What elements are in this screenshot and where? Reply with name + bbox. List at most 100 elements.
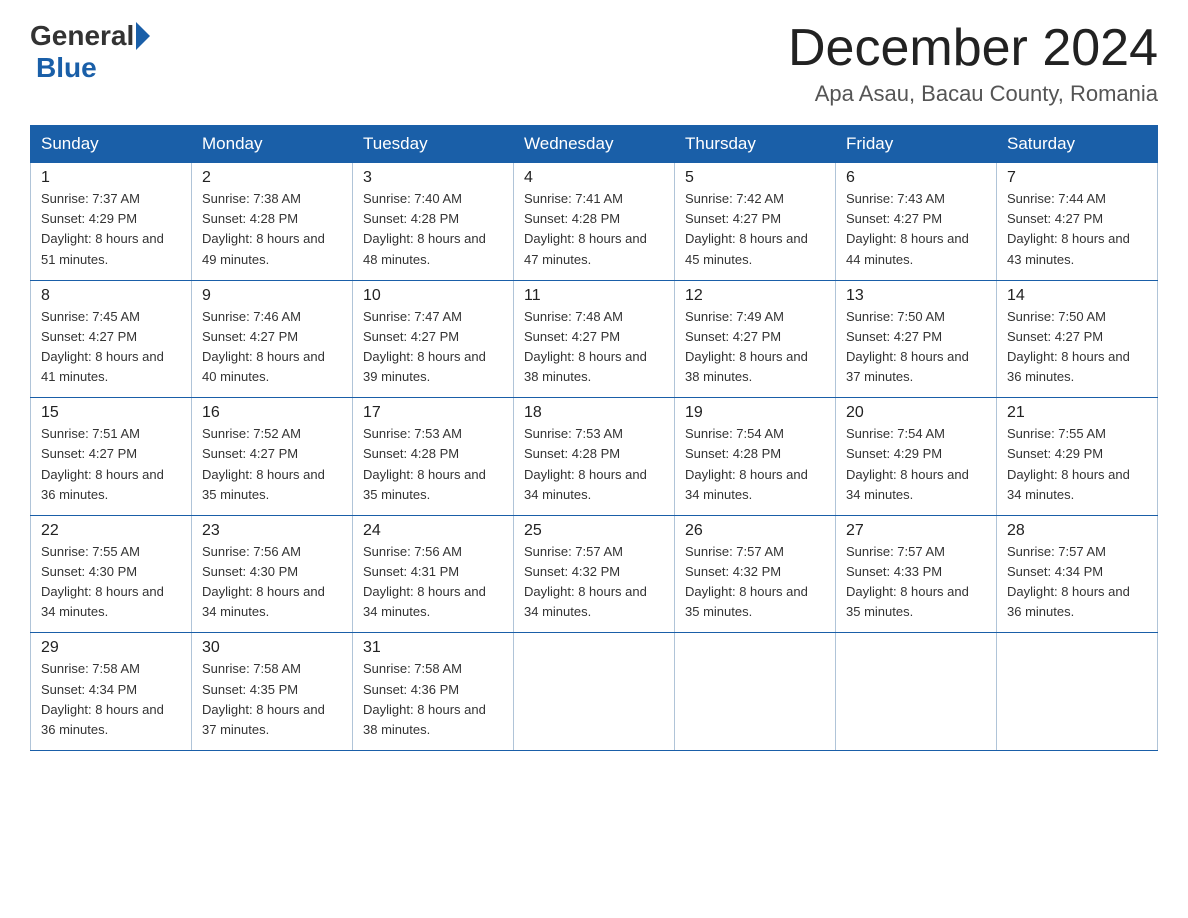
day-number: 10 — [363, 287, 503, 305]
calendar-week-1: 1 Sunrise: 7:37 AMSunset: 4:29 PMDaylight… — [31, 163, 1158, 281]
calendar-cell: 7Sunrise: 7:44 AMSunset: 4:27 PMDaylight… — [997, 163, 1158, 281]
calendar-cell: 15 Sunrise: 7:51 AMSunset: 4:27 PMDayligh… — [31, 398, 192, 516]
calendar-cell: 25Sunrise: 7:57 AMSunset: 4:32 PMDayligh… — [514, 515, 675, 633]
day-info: Sunrise: 7:57 AMSunset: 4:32 PMDaylight:… — [524, 542, 664, 623]
logo-arrow-icon — [136, 22, 150, 50]
day-info: Sunrise: 7:53 AMSunset: 4:28 PMDaylight:… — [363, 424, 503, 505]
calendar-table: SundayMondayTuesdayWednesdayThursdayFrid… — [30, 125, 1158, 751]
calendar-cell: 18Sunrise: 7:53 AMSunset: 4:28 PMDayligh… — [514, 398, 675, 516]
day-info: Sunrise: 7:37 AMSunset: 4:29 PMDaylight:… — [41, 189, 181, 270]
calendar-cell: 17 Sunrise: 7:53 AMSunset: 4:28 PMDayligh… — [353, 398, 514, 516]
calendar-cell: 4 Sunrise: 7:41 AMSunset: 4:28 PMDaylight… — [514, 163, 675, 281]
day-info: Sunrise: 7:57 AMSunset: 4:34 PMDaylight:… — [1007, 542, 1147, 623]
day-info: Sunrise: 7:57 AMSunset: 4:32 PMDaylight:… — [685, 542, 825, 623]
weekday-header-monday: Monday — [192, 126, 353, 163]
calendar-cell: 11 Sunrise: 7:48 AMSunset: 4:27 PMDayligh… — [514, 280, 675, 398]
day-number: 19 — [685, 404, 825, 422]
logo: General Blue — [30, 20, 152, 84]
calendar-cell — [997, 633, 1158, 751]
calendar-week-4: 22 Sunrise: 7:55 AMSunset: 4:30 PMDayligh… — [31, 515, 1158, 633]
calendar-cell: 12 Sunrise: 7:49 AMSunset: 4:27 PMDayligh… — [675, 280, 836, 398]
calendar-cell: 29 Sunrise: 7:58 AMSunset: 4:34 PMDayligh… — [31, 633, 192, 751]
day-info: Sunrise: 7:54 AMSunset: 4:29 PMDaylight:… — [846, 424, 986, 505]
calendar-cell: 16 Sunrise: 7:52 AMSunset: 4:27 PMDayligh… — [192, 398, 353, 516]
day-number: 5 — [685, 169, 825, 187]
calendar-cell: 23Sunrise: 7:56 AMSunset: 4:30 PMDayligh… — [192, 515, 353, 633]
calendar-cell: 31Sunrise: 7:58 AMSunset: 4:36 PMDayligh… — [353, 633, 514, 751]
day-number: 7 — [1007, 169, 1147, 187]
day-number: 28 — [1007, 522, 1147, 540]
day-number: 14 — [1007, 287, 1147, 305]
day-info: Sunrise: 7:47 AMSunset: 4:27 PMDaylight:… — [363, 307, 503, 388]
day-number: 17 — [363, 404, 503, 422]
day-info: Sunrise: 7:55 AMSunset: 4:29 PMDaylight:… — [1007, 424, 1147, 505]
day-info: Sunrise: 7:55 AMSunset: 4:30 PMDaylight:… — [41, 542, 181, 623]
day-number: 15 — [41, 404, 181, 422]
day-number: 8 — [41, 287, 181, 305]
calendar-cell: 14 Sunrise: 7:50 AMSunset: 4:27 PMDayligh… — [997, 280, 1158, 398]
calendar-cell: 22 Sunrise: 7:55 AMSunset: 4:30 PMDayligh… — [31, 515, 192, 633]
calendar-cell: 21 Sunrise: 7:55 AMSunset: 4:29 PMDayligh… — [997, 398, 1158, 516]
weekday-header-friday: Friday — [836, 126, 997, 163]
day-number: 6 — [846, 169, 986, 187]
day-info: Sunrise: 7:45 AMSunset: 4:27 PMDaylight:… — [41, 307, 181, 388]
calendar-cell: 27Sunrise: 7:57 AMSunset: 4:33 PMDayligh… — [836, 515, 997, 633]
day-number: 24 — [363, 522, 503, 540]
day-info: Sunrise: 7:42 AMSunset: 4:27 PMDaylight:… — [685, 189, 825, 270]
page-header: General Blue December 2024 Apa Asau, Bac… — [30, 20, 1158, 107]
calendar-cell — [675, 633, 836, 751]
day-number: 9 — [202, 287, 342, 305]
day-number: 20 — [846, 404, 986, 422]
calendar-cell: 10 Sunrise: 7:47 AMSunset: 4:27 PMDayligh… — [353, 280, 514, 398]
weekday-header-saturday: Saturday — [997, 126, 1158, 163]
weekday-header-tuesday: Tuesday — [353, 126, 514, 163]
calendar-week-2: 8 Sunrise: 7:45 AMSunset: 4:27 PMDaylight… — [31, 280, 1158, 398]
day-info: Sunrise: 7:58 AMSunset: 4:35 PMDaylight:… — [202, 659, 342, 740]
logo-blue-text: Blue — [36, 52, 97, 84]
day-number: 13 — [846, 287, 986, 305]
day-info: Sunrise: 7:49 AMSunset: 4:27 PMDaylight:… — [685, 307, 825, 388]
day-number: 21 — [1007, 404, 1147, 422]
calendar-cell — [836, 633, 997, 751]
day-number: 1 — [41, 169, 181, 187]
day-number: 16 — [202, 404, 342, 422]
day-number: 30 — [202, 639, 342, 657]
calendar-cell: 24 Sunrise: 7:56 AMSunset: 4:31 PMDayligh… — [353, 515, 514, 633]
logo-general-text: General — [30, 20, 134, 52]
weekday-header-wednesday: Wednesday — [514, 126, 675, 163]
calendar-cell: 3Sunrise: 7:40 AMSunset: 4:28 PMDaylight… — [353, 163, 514, 281]
day-number: 12 — [685, 287, 825, 305]
day-info: Sunrise: 7:58 AMSunset: 4:34 PMDaylight:… — [41, 659, 181, 740]
day-info: Sunrise: 7:48 AMSunset: 4:27 PMDaylight:… — [524, 307, 664, 388]
calendar-week-3: 15 Sunrise: 7:51 AMSunset: 4:27 PMDayligh… — [31, 398, 1158, 516]
day-info: Sunrise: 7:41 AMSunset: 4:28 PMDaylight:… — [524, 189, 664, 270]
calendar-cell: 8 Sunrise: 7:45 AMSunset: 4:27 PMDaylight… — [31, 280, 192, 398]
day-number: 4 — [524, 169, 664, 187]
calendar-cell: 9Sunrise: 7:46 AMSunset: 4:27 PMDaylight… — [192, 280, 353, 398]
day-number: 2 — [202, 169, 342, 187]
calendar-week-5: 29 Sunrise: 7:58 AMSunset: 4:34 PMDayligh… — [31, 633, 1158, 751]
day-info: Sunrise: 7:56 AMSunset: 4:31 PMDaylight:… — [363, 542, 503, 623]
day-info: Sunrise: 7:53 AMSunset: 4:28 PMDaylight:… — [524, 424, 664, 505]
calendar-cell: 20 Sunrise: 7:54 AMSunset: 4:29 PMDayligh… — [836, 398, 997, 516]
calendar-cell: 1 Sunrise: 7:37 AMSunset: 4:29 PMDaylight… — [31, 163, 192, 281]
day-number: 11 — [524, 287, 664, 305]
day-info: Sunrise: 7:58 AMSunset: 4:36 PMDaylight:… — [363, 659, 503, 740]
day-number: 22 — [41, 522, 181, 540]
day-number: 29 — [41, 639, 181, 657]
month-title: December 2024 — [788, 20, 1158, 77]
weekday-header-thursday: Thursday — [675, 126, 836, 163]
day-info: Sunrise: 7:51 AMSunset: 4:27 PMDaylight:… — [41, 424, 181, 505]
day-number: 26 — [685, 522, 825, 540]
day-info: Sunrise: 7:52 AMSunset: 4:27 PMDaylight:… — [202, 424, 342, 505]
calendar-cell: 13Sunrise: 7:50 AMSunset: 4:27 PMDayligh… — [836, 280, 997, 398]
day-info: Sunrise: 7:43 AMSunset: 4:27 PMDaylight:… — [846, 189, 986, 270]
calendar-cell: 26 Sunrise: 7:57 AMSunset: 4:32 PMDayligh… — [675, 515, 836, 633]
calendar-cell: 28 Sunrise: 7:57 AMSunset: 4:34 PMDayligh… — [997, 515, 1158, 633]
day-info: Sunrise: 7:54 AMSunset: 4:28 PMDaylight:… — [685, 424, 825, 505]
day-info: Sunrise: 7:40 AMSunset: 4:28 PMDaylight:… — [363, 189, 503, 270]
day-info: Sunrise: 7:50 AMSunset: 4:27 PMDaylight:… — [1007, 307, 1147, 388]
day-number: 27 — [846, 522, 986, 540]
calendar-cell: 30 Sunrise: 7:58 AMSunset: 4:35 PMDayligh… — [192, 633, 353, 751]
day-number: 23 — [202, 522, 342, 540]
